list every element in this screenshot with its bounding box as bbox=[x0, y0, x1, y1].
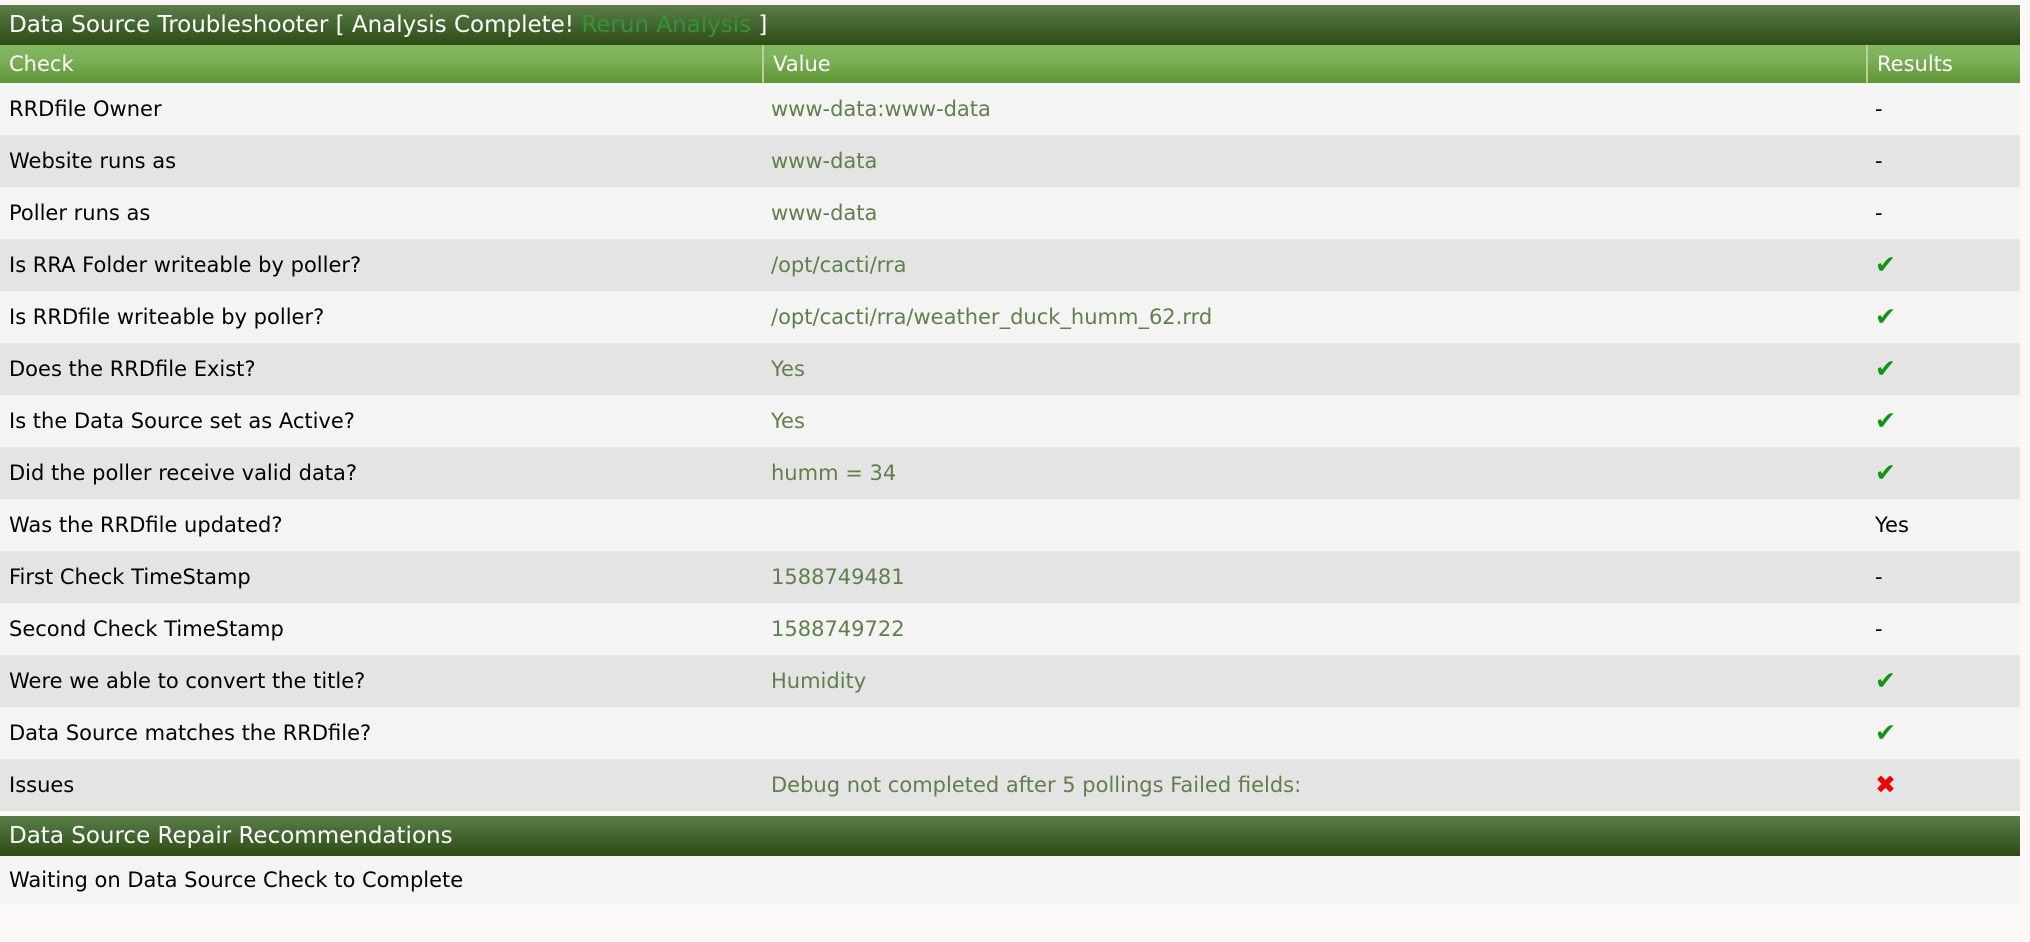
cell-value bbox=[762, 499, 1866, 551]
table-row: Website runs as www-data - bbox=[0, 135, 2020, 187]
column-header-check[interactable]: Check bbox=[0, 45, 762, 83]
table-row: Issues Debug not completed after 5 pollin… bbox=[0, 759, 2020, 811]
cell-check: Website runs as bbox=[9, 149, 177, 173]
cell-check: Were we able to convert the title? bbox=[9, 669, 366, 693]
cell-check: Poller runs as bbox=[9, 201, 151, 225]
check-icon: ✔ bbox=[1875, 354, 1896, 383]
rerun-analysis-link[interactable]: Rerun Analysis bbox=[581, 12, 751, 38]
check-icon: ✔ bbox=[1875, 302, 1896, 331]
cell-value: 1588749481 bbox=[771, 565, 905, 589]
cell-check: RRDfile Owner bbox=[9, 97, 162, 121]
cell-value: /opt/cacti/rra/weather_duck_humm_62.rrd bbox=[771, 305, 1213, 329]
table-row: Does the RRDfile Exist? Yes ✔ bbox=[0, 343, 2020, 395]
title-suffix: ] bbox=[751, 12, 768, 38]
dash-icon: - bbox=[1875, 149, 1883, 173]
cell-value: /opt/cacti/rra bbox=[771, 253, 907, 277]
cell-result-pass: ✔ bbox=[1866, 707, 2020, 759]
cell-result-pass: ✔ bbox=[1866, 395, 2020, 447]
table-row: Is RRDfile writeable by poller? /opt/cact… bbox=[0, 291, 2020, 343]
cell-result-none: - bbox=[1866, 135, 2020, 187]
table-row: RRDfile Owner www-data:www-data - bbox=[0, 83, 2020, 135]
table-row: Poller runs as www-data - bbox=[0, 187, 2020, 239]
cell-value: Humidity bbox=[771, 669, 867, 693]
cell-check: First Check TimeStamp bbox=[9, 565, 251, 589]
dash-icon: - bbox=[1875, 97, 1883, 121]
table-row: First Check TimeStamp 1588749481 - bbox=[0, 551, 2020, 603]
troubleshooter-page: Data Source Troubleshooter [ Analysis Co… bbox=[0, 0, 2030, 904]
check-icon: ✔ bbox=[1875, 458, 1896, 487]
cell-value: Yes bbox=[771, 357, 805, 381]
cross-icon: ✖ bbox=[1875, 770, 1896, 799]
cell-result-pass: ✔ bbox=[1866, 291, 2020, 343]
table-row: Did the poller receive valid data? humm =… bbox=[0, 447, 2020, 499]
cell-check: Does the RRDfile Exist? bbox=[9, 357, 256, 381]
repair-recommendations-note: Waiting on Data Source Check to Complete bbox=[0, 856, 2020, 904]
cell-result-text: Yes bbox=[1866, 499, 2020, 551]
troubleshooter-panel: Data Source Troubleshooter [ Analysis Co… bbox=[0, 5, 2020, 904]
cell-value: Debug not completed after 5 pollings Fai… bbox=[771, 773, 1302, 797]
cell-check: Second Check TimeStamp bbox=[9, 617, 284, 641]
table-row: Second Check TimeStamp 1588749722 - bbox=[0, 603, 2020, 655]
cell-value: www-data bbox=[771, 201, 878, 225]
column-header-results[interactable]: Results bbox=[1866, 45, 2020, 83]
dash-icon: - bbox=[1875, 565, 1883, 589]
table-row: Were we able to convert the title? Humidi… bbox=[0, 655, 2020, 707]
dash-icon: - bbox=[1875, 201, 1883, 225]
check-icon: ✔ bbox=[1875, 718, 1896, 747]
result-text: Yes bbox=[1875, 513, 1909, 537]
table-row: Data Source matches the RRDfile? ✔ bbox=[0, 707, 2020, 759]
analysis-status: Analysis Complete! bbox=[351, 12, 575, 38]
cell-result-pass: ✔ bbox=[1866, 447, 2020, 499]
cell-value: www-data bbox=[771, 149, 878, 173]
cell-check: Issues bbox=[9, 773, 75, 797]
cell-result-none: - bbox=[1866, 83, 2020, 135]
cell-value: Yes bbox=[771, 409, 805, 433]
table-column-header: Check Value Results bbox=[0, 45, 2020, 83]
cell-result-pass: ✔ bbox=[1866, 343, 2020, 395]
cell-result-none: - bbox=[1866, 603, 2020, 655]
cell-check: Did the poller receive valid data? bbox=[9, 461, 358, 485]
cell-check: Was the RRDfile updated? bbox=[9, 513, 283, 537]
cell-value bbox=[762, 707, 1866, 759]
page-title: Data Source Troubleshooter [ bbox=[9, 12, 352, 38]
cell-check: Is the Data Source set as Active? bbox=[9, 409, 355, 433]
check-icon: ✔ bbox=[1875, 250, 1896, 279]
cell-value: www-data:www-data bbox=[771, 97, 991, 121]
check-icon: ✔ bbox=[1875, 666, 1896, 695]
column-header-value[interactable]: Value bbox=[762, 45, 1866, 83]
table-body: RRDfile Owner www-data:www-data - Website r… bbox=[0, 83, 2020, 811]
cell-result-pass: ✔ bbox=[1866, 655, 2020, 707]
page-title-bar: Data Source Troubleshooter [ Analysis Co… bbox=[0, 5, 2020, 45]
cell-result-pass: ✔ bbox=[1866, 239, 2020, 291]
repair-recommendations-header: Data Source Repair Recommendations bbox=[0, 816, 2020, 856]
table-row: Was the RRDfile updated? Yes bbox=[0, 499, 2020, 551]
table-row: Is the Data Source set as Active? Yes ✔ bbox=[0, 395, 2020, 447]
table-row: Is RRA Folder writeable by poller? /opt/c… bbox=[0, 239, 2020, 291]
cell-check: Data Source matches the RRDfile? bbox=[9, 721, 372, 745]
dash-icon: - bbox=[1875, 617, 1883, 641]
cell-result-none: - bbox=[1866, 551, 2020, 603]
cell-check: Is RRA Folder writeable by poller? bbox=[9, 253, 362, 277]
cell-check: Is RRDfile writeable by poller? bbox=[9, 305, 325, 329]
check-icon: ✔ bbox=[1875, 406, 1896, 435]
cell-result-fail: ✖ bbox=[1866, 759, 2020, 811]
cell-value: humm = 34 bbox=[771, 461, 897, 485]
cell-value: 1588749722 bbox=[771, 617, 905, 641]
cell-result-none: - bbox=[1866, 187, 2020, 239]
